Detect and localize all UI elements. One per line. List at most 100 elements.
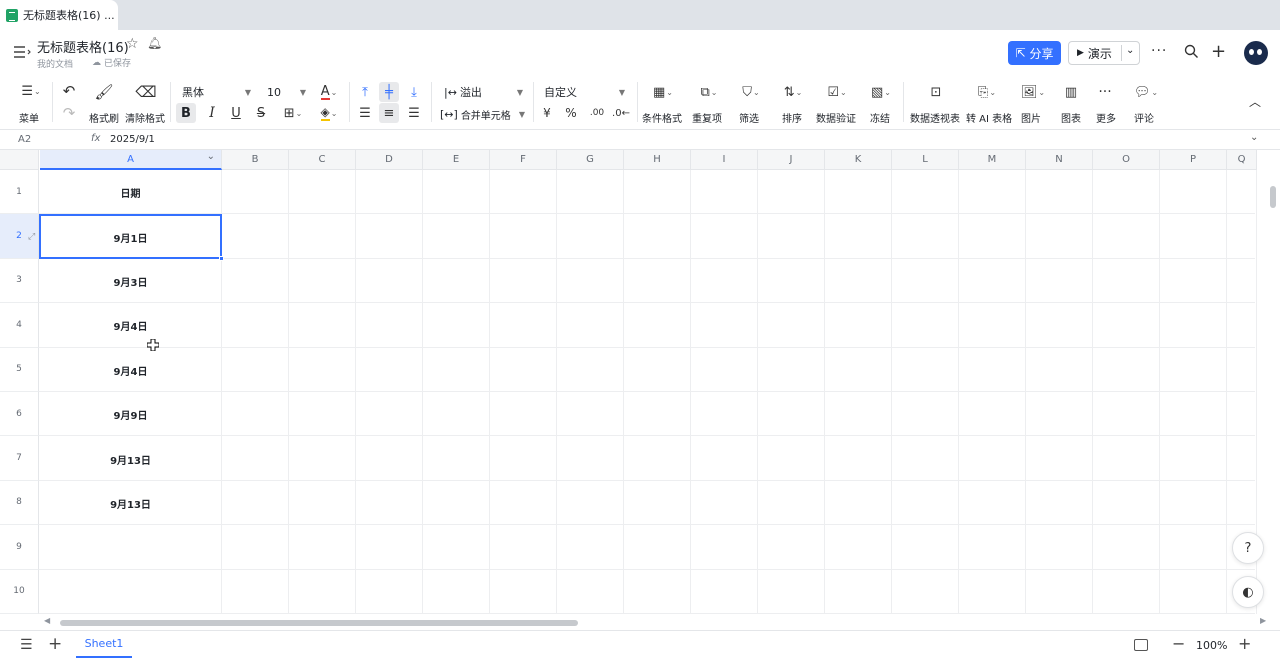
column-header[interactable]: N: [1026, 150, 1093, 170]
underline-button[interactable]: U: [226, 103, 246, 123]
row-header[interactable]: 8: [0, 480, 39, 526]
more-options-icon[interactable]: ···: [1151, 43, 1167, 59]
document-title[interactable]: 无标题表格(16): [37, 37, 129, 56]
expand-row-icon[interactable]: ⤢: [28, 232, 35, 242]
row-header[interactable]: 3: [0, 258, 39, 304]
number-format-select[interactable]: 自定义 ▼: [540, 82, 628, 102]
align-bottom-icon[interactable]: ⤓: [404, 82, 424, 102]
text-wrap-select[interactable]: |↔ 溢出 ▼: [440, 82, 526, 102]
clear-format-label[interactable]: 清除格式: [125, 110, 165, 125]
row-header[interactable]: 1: [0, 170, 39, 215]
borders-button[interactable]: ⊞ ⌄: [278, 103, 308, 123]
document-location[interactable]: 我的文档: [37, 57, 73, 70]
select-all-corner[interactable]: [0, 150, 39, 170]
image-button[interactable]: 🖼︎ ⌄: [1017, 82, 1049, 102]
column-header[interactable]: E: [423, 150, 490, 170]
chart-label[interactable]: 图表: [1061, 110, 1081, 125]
zoom-out-icon[interactable]: −: [1172, 634, 1185, 653]
currency-button[interactable]: ¥: [538, 103, 556, 123]
row-header[interactable]: 4: [0, 303, 39, 348]
font-color-button[interactable]: A ⌄: [314, 82, 344, 102]
zoom-level[interactable]: 100%: [1196, 639, 1227, 652]
fill-handle[interactable]: [219, 256, 224, 261]
column-header[interactable]: C: [289, 150, 356, 170]
data-validation-button[interactable]: ☑ ⌄: [822, 82, 852, 102]
star-icon[interactable]: ☆: [126, 36, 139, 52]
row-header[interactable]: 6: [0, 392, 39, 437]
column-header[interactable]: J: [758, 150, 825, 170]
conditional-format-button[interactable]: ▦ ⌄: [646, 82, 680, 102]
row-header[interactable]: 5: [0, 347, 39, 392]
align-top-icon[interactable]: ⤒: [355, 82, 375, 102]
chevron-down-icon[interactable]: ⌄: [1126, 45, 1134, 56]
more-tools-label[interactable]: 更多: [1096, 110, 1116, 125]
fill-color-button[interactable]: ◈ ⌄: [314, 103, 344, 123]
table-cell[interactable]: 9月13日: [40, 496, 221, 511]
column-header[interactable]: B: [222, 150, 289, 170]
table-cell[interactable]: 9月3日: [40, 274, 221, 289]
help-button[interactable]: ?: [1232, 532, 1264, 564]
column-header[interactable]: L: [892, 150, 959, 170]
chevron-down-icon[interactable]: ⌄: [1250, 132, 1258, 143]
menu-button[interactable]: ☰ ⌄: [16, 82, 46, 100]
bold-button[interactable]: B: [176, 103, 196, 123]
sheet-tab[interactable]: Sheet1: [76, 631, 132, 658]
column-menu-icon[interactable]: ⌄: [207, 151, 215, 162]
align-left-icon[interactable]: ☰: [355, 103, 375, 123]
column-header[interactable]: F: [490, 150, 557, 170]
font-size-select[interactable]: 10 ▼: [263, 82, 309, 102]
eraser-icon[interactable]: ⌫: [135, 82, 157, 102]
table-cell[interactable]: 9月13日: [40, 452, 221, 467]
theme-toggle-button[interactable]: ◐: [1232, 576, 1264, 608]
percent-button[interactable]: %: [562, 103, 580, 123]
pivot-table-label[interactable]: 数据透视表: [910, 110, 960, 125]
search-icon[interactable]: [1184, 44, 1199, 59]
notification-bell-icon[interactable]: 🔔︎: [147, 36, 162, 50]
align-right-icon[interactable]: ☰: [404, 103, 424, 123]
row-header[interactable]: 9: [0, 525, 39, 570]
column-header[interactable]: Q: [1227, 150, 1257, 170]
collapse-toolbar-icon[interactable]: ︿: [1246, 92, 1264, 110]
to-ai-table-button[interactable]: ⎘ ⌄: [972, 82, 1002, 102]
format-painter-icon[interactable]: 🖌︎: [93, 82, 115, 102]
filter-button[interactable]: ⛉ ⌄: [736, 82, 766, 102]
redo-icon[interactable]: ↷: [59, 104, 79, 122]
table-cell[interactable]: 9月4日: [40, 363, 221, 378]
row-header[interactable]: 7: [0, 436, 39, 481]
sheet-list-icon[interactable]: ☰: [20, 637, 33, 653]
column-header[interactable]: P: [1160, 150, 1227, 170]
column-header[interactable]: I: [691, 150, 758, 170]
horizontal-scroll-thumb[interactable]: [60, 620, 578, 626]
formula-input[interactable]: 2025/9/1: [110, 134, 155, 145]
column-header[interactable]: O: [1093, 150, 1160, 170]
more-tools-icon[interactable]: ···: [1094, 82, 1116, 102]
freeze-button[interactable]: ▧ ⌄: [866, 82, 896, 102]
undo-icon[interactable]: ↶: [59, 82, 79, 100]
pivot-table-icon[interactable]: ⊡: [925, 82, 947, 102]
italic-button[interactable]: I: [202, 103, 222, 123]
zoom-in-icon[interactable]: +: [1238, 634, 1251, 653]
duplicates-button[interactable]: ⧉ ⌄: [692, 82, 726, 102]
scroll-left-icon[interactable]: ◀: [44, 616, 50, 625]
column-header[interactable]: K: [825, 150, 892, 170]
column-header[interactable]: H: [624, 150, 691, 170]
scroll-right-icon[interactable]: ▶: [1260, 616, 1266, 625]
share-button[interactable]: ⇱ 分享: [1008, 41, 1061, 65]
decimal-button[interactable]: .00: [586, 103, 608, 123]
comment-button[interactable]: 💬︎ ⌄: [1131, 82, 1161, 102]
column-header[interactable]: D: [356, 150, 423, 170]
merge-cells-button[interactable]: [↔] 合并单元格 ▼: [436, 104, 528, 124]
sort-button[interactable]: ⇅ ⌄: [778, 82, 808, 102]
spreadsheet-grid[interactable]: A ⌄ B C D E F G H I J K L M N O P Q 1 2 3 4 5 6 7 8 9 10 日期 9月1日 9月3…: [0, 150, 1280, 614]
align-middle-icon[interactable]: ╪: [379, 82, 399, 102]
column-header[interactable]: A ⌄: [40, 150, 222, 170]
column-header[interactable]: M: [959, 150, 1026, 170]
present-button[interactable]: ▶ 演示 ⌄: [1068, 41, 1140, 65]
decrease-decimal-icon[interactable]: .0←: [612, 103, 630, 123]
vertical-scrollbar[interactable]: [1270, 186, 1276, 208]
font-family-select[interactable]: 黑体 ▼: [178, 82, 254, 102]
strikethrough-button[interactable]: S: [251, 103, 271, 123]
align-center-icon[interactable]: ≡: [379, 103, 399, 123]
sidebar-toggle-icon[interactable]: [12, 43, 32, 61]
format-painter-label[interactable]: 格式刷: [89, 110, 119, 125]
